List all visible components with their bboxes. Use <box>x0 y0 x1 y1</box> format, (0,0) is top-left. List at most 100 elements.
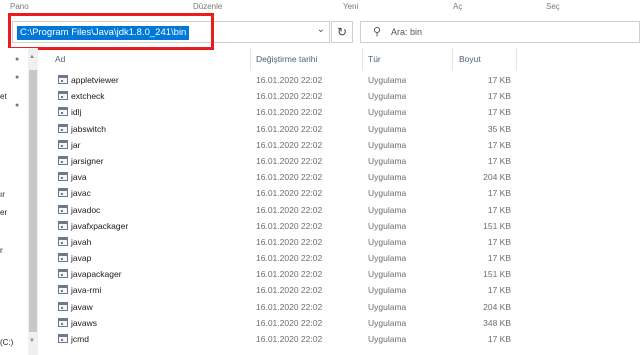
application-icon <box>58 107 68 117</box>
file-date: 16.01.2020 22:02 <box>256 317 323 328</box>
application-icon <box>58 172 68 182</box>
file-date: 16.01.2020 22:02 <box>256 75 323 85</box>
file-size: 17 KB <box>487 204 511 215</box>
search-icon: ⚲ <box>373 26 382 38</box>
file-size: 17 KB <box>487 253 511 264</box>
file-type: Uygulama <box>368 188 407 199</box>
application-icon <box>58 220 68 230</box>
file-date: 16.01.2020 22:02 <box>256 285 323 296</box>
file-list-header: Ad Değiştirme tarihi Tür Boyut <box>40 48 640 70</box>
file-type: Uygulama <box>368 139 407 150</box>
nav-item-label[interactable]: ır <box>0 190 5 199</box>
pin-icon[interactable]: ● <box>15 56 19 63</box>
nav-item-label[interactable]: er <box>0 208 7 217</box>
file-row[interactable]: appletviewer 16.01.2020 22:02 Uygulama 17 K… <box>40 72 640 88</box>
file-row[interactable]: javapackager 16.01.2020 22:02 Uygulama 151 … <box>40 266 640 282</box>
pin-icon[interactable]: ● <box>15 74 19 81</box>
file-type: Uygulama <box>368 75 407 85</box>
file-row[interactable]: jcmd 16.01.2020 22:02 Uygulama 17 KB <box>40 331 640 347</box>
column-divider[interactable] <box>516 48 517 70</box>
file-row[interactable]: javadoc 16.01.2020 22:02 Uygulama 17 KB <box>40 202 640 218</box>
application-icon <box>58 317 68 327</box>
file-type: Uygulama <box>368 204 407 215</box>
application-icon <box>58 253 68 263</box>
file-row[interactable]: jar 16.01.2020 22:02 Uygulama 17 KB <box>40 137 640 153</box>
file-size: 17 KB <box>487 334 511 344</box>
file-name: extcheck <box>71 91 105 102</box>
column-divider[interactable] <box>250 48 251 70</box>
file-name: javac <box>71 188 91 199</box>
file-type: Uygulama <box>368 91 407 102</box>
nav-item-label[interactable]: et <box>0 92 7 101</box>
file-row[interactable]: extcheck 16.01.2020 22:02 Uygulama 17 KB <box>40 88 640 104</box>
search-box[interactable]: ⚲ Ara: bin <box>360 21 640 43</box>
ribbon-tab-pane[interactable]: Pano <box>10 2 29 11</box>
file-name: javadoc <box>71 204 101 215</box>
file-name: jar <box>71 139 81 150</box>
file-type: Uygulama <box>368 317 407 328</box>
annotation-highlight-box <box>8 13 214 50</box>
column-header-size[interactable]: Boyut <box>459 54 481 64</box>
file-name: java-rmi <box>71 285 102 296</box>
file-name: jabswitch <box>71 123 106 134</box>
file-type: Uygulama <box>368 155 407 166</box>
file-row[interactable]: javah 16.01.2020 22:02 Uygulama 17 KB <box>40 234 640 250</box>
file-row[interactable]: jabswitch 16.01.2020 22:02 Uygulama 35 KB <box>40 121 640 137</box>
file-row[interactable]: java-rmi 16.01.2020 22:02 Uygulama 17 KB <box>40 282 640 298</box>
ribbon-group-organize[interactable]: Düzenle <box>193 2 222 11</box>
file-date: 16.01.2020 22:02 <box>256 220 323 231</box>
file-date: 16.01.2020 22:02 <box>256 155 323 166</box>
file-type: Uygulama <box>368 334 407 344</box>
application-icon <box>58 269 68 279</box>
file-row[interactable]: javap 16.01.2020 22:02 Uygulama 17 KB <box>40 250 640 266</box>
file-row[interactable]: javaws 16.01.2020 22:02 Uygulama 348 KB <box>40 315 640 331</box>
pin-icon[interactable]: ● <box>15 102 19 109</box>
file-row[interactable]: javac 16.01.2020 22:02 Uygulama 17 KB <box>40 185 640 201</box>
file-date: 16.01.2020 22:02 <box>256 236 323 247</box>
file-date: 16.01.2020 22:02 <box>256 204 323 215</box>
file-size: 17 KB <box>487 285 511 296</box>
ribbon-group-open[interactable]: Aç <box>453 2 462 11</box>
column-header-type[interactable]: Tür <box>368 54 381 64</box>
file-row[interactable]: java 16.01.2020 22:02 Uygulama 204 KB <box>40 169 640 185</box>
ribbon-group-new[interactable]: Yeni <box>343 2 358 11</box>
scroll-down-icon[interactable]: ▼ <box>29 338 35 344</box>
file-type: Uygulama <box>368 107 407 118</box>
file-row[interactable]: idlj 16.01.2020 22:02 Uygulama 17 KB <box>40 104 640 120</box>
nav-scrollbar-thumb[interactable] <box>29 70 37 332</box>
search-placeholder: Ara: bin <box>391 27 423 37</box>
file-date: 16.01.2020 22:02 <box>256 91 323 102</box>
chevron-down-icon[interactable]: ⌄ <box>317 24 325 35</box>
ribbon-group-select[interactable]: Seç <box>546 2 560 11</box>
column-header-name[interactable]: Ad <box>55 54 65 64</box>
file-name: jcmd <box>71 334 89 344</box>
file-name: java <box>71 172 87 183</box>
nav-item-label[interactable]: (C:) <box>0 338 13 347</box>
application-icon <box>58 301 68 311</box>
column-header-date[interactable]: Değiştirme tarihi <box>256 54 317 64</box>
nav-item-label[interactable]: r <box>0 246 3 255</box>
file-list: appletviewer 16.01.2020 22:02 Uygulama 17 K… <box>40 72 640 347</box>
column-divider[interactable] <box>452 48 453 70</box>
file-name: idlj <box>71 107 82 118</box>
file-size: 17 KB <box>487 155 511 166</box>
file-date: 16.01.2020 22:02 <box>256 301 323 312</box>
application-icon <box>58 204 68 214</box>
scroll-up-icon[interactable]: ▲ <box>29 54 35 60</box>
file-type: Uygulama <box>368 285 407 296</box>
file-date: 16.01.2020 22:02 <box>256 188 323 199</box>
file-row[interactable]: javafxpackager 16.01.2020 22:02 Uygulama 15… <box>40 218 640 234</box>
file-type: Uygulama <box>368 220 407 231</box>
file-row[interactable]: jarsigner 16.01.2020 22:02 Uygulama 17 KB <box>40 153 640 169</box>
file-size: 348 KB <box>483 317 511 328</box>
application-icon <box>58 75 68 84</box>
file-date: 16.01.2020 22:02 <box>256 123 323 134</box>
column-divider[interactable] <box>362 48 363 70</box>
file-type: Uygulama <box>368 123 407 134</box>
file-size: 17 KB <box>487 236 511 247</box>
file-name: javaw <box>71 301 93 312</box>
application-icon <box>58 155 68 165</box>
file-date: 16.01.2020 22:02 <box>256 172 323 183</box>
file-row[interactable]: javaw 16.01.2020 22:02 Uygulama 204 KB <box>40 299 640 315</box>
refresh-icon[interactable]: ↻ <box>331 21 353 43</box>
